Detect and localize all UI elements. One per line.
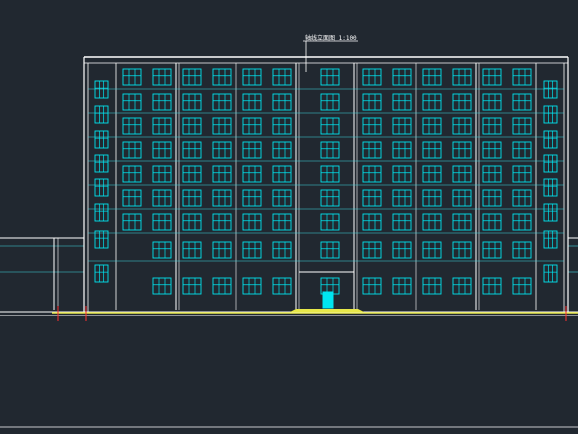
entrance-door (322, 291, 334, 309)
drawing-background (0, 0, 578, 434)
entrance-step (290, 309, 364, 312)
elevation-drawing: 轴线立面图 1:100 (0, 0, 578, 434)
entrance (322, 291, 334, 309)
